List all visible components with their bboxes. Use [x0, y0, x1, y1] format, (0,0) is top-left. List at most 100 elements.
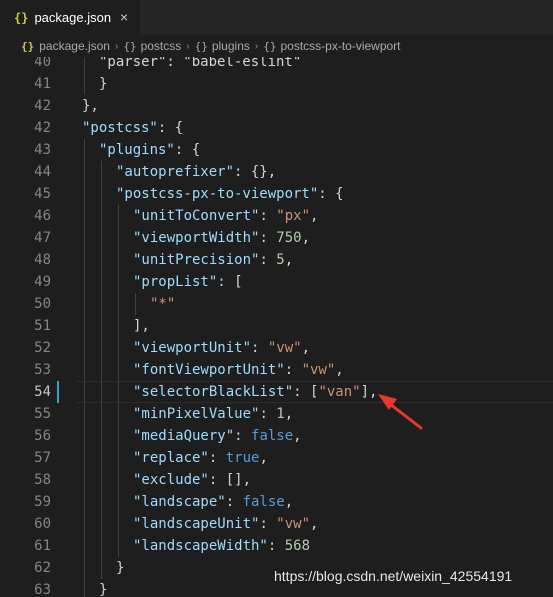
- code-text: "propList": [: [133, 271, 243, 293]
- object-icon: {}: [194, 39, 208, 53]
- code-editor[interactable]: 40 "parser": "babel-eslint" 41} 42}, 42 "post…: [0, 57, 553, 597]
- breadcrumb-item-postcss[interactable]: postcss: [141, 39, 182, 53]
- code-token: : {},: [234, 164, 277, 180]
- indent-guide: [84, 183, 85, 205]
- breadcrumb-item-package-json[interactable]: package.json: [39, 39, 110, 53]
- code-line[interactable]: 43 "plugins": {: [0, 139, 553, 161]
- indent-guide: [118, 535, 119, 557]
- code-text: },: [82, 95, 99, 117]
- code-token: "*": [150, 296, 176, 312]
- code-line[interactable]: 46 "unitToConvert": "px",: [0, 205, 553, 227]
- code-token: }: [116, 560, 125, 576]
- indent-guide: [101, 271, 102, 293]
- code-token: ,: [284, 406, 294, 422]
- indent-guide: [118, 359, 119, 381]
- code-token: ,: [335, 362, 344, 378]
- indent-guide: [101, 535, 102, 557]
- code-line[interactable]: 42},: [0, 95, 553, 117]
- code-line[interactable]: 40 "parser": "babel-eslint": [0, 57, 553, 73]
- code-text: "viewportWidth": 750,: [133, 227, 310, 249]
- code-line[interactable]: 56 "mediaQuery": false,: [0, 425, 553, 447]
- indent-guide: [101, 403, 102, 425]
- indent-guide: [118, 403, 119, 425]
- line-number: 44: [34, 164, 51, 180]
- code-text: "landscape": false,: [133, 491, 293, 513]
- code-line[interactable]: 59 "landscape": false,: [0, 491, 553, 513]
- indent-guide: [101, 513, 102, 535]
- line-number: 63: [34, 582, 51, 597]
- line-number: 45: [34, 186, 51, 202]
- line-number: 53: [34, 362, 51, 378]
- code-line[interactable]: 58 "exclude": [],: [0, 469, 553, 491]
- breadcrumb-item-postcss-px-to-viewport[interactable]: postcss-px-to-viewport: [280, 39, 400, 53]
- indent-guide: [101, 491, 102, 513]
- code-token: 568: [284, 538, 311, 554]
- code-line[interactable]: 48 "unitPrecision": 5,: [0, 249, 553, 271]
- code-line[interactable]: 51],: [0, 315, 553, 337]
- indent-guide: [101, 161, 102, 183]
- code-token: }: [99, 582, 108, 597]
- code-token: "mediaQuery": [133, 428, 235, 444]
- tab-title: package.json: [34, 10, 112, 25]
- code-token: "unitToConvert": [133, 208, 260, 224]
- code-token: "vw": [267, 340, 302, 356]
- code-line[interactable]: 54 "selectorBlackList": ["van"],: [0, 381, 553, 403]
- code-token: "plugins": [99, 142, 175, 158]
- code-text: "selectorBlackList": ["van"],: [133, 381, 377, 403]
- code-token: :: [259, 406, 277, 422]
- code-line[interactable]: 60 "landscapeUnit": "vw",: [0, 513, 553, 535]
- indent-guide: [118, 447, 119, 469]
- code-token: "viewportUnit": [133, 340, 252, 356]
- code-token: "fontViewportUnit": [133, 362, 285, 378]
- code-token: "viewportWidth": [133, 230, 260, 246]
- code-line[interactable]: 61 "landscapeWidth": 568: [0, 535, 553, 557]
- indent-guide: [118, 491, 119, 513]
- code-line[interactable]: 49 "propList": [: [0, 271, 553, 293]
- code-line[interactable]: 47 "viewportWidth": 750,: [0, 227, 553, 249]
- code-token: :: [259, 516, 277, 532]
- indent-guide: [101, 447, 102, 469]
- indent-guide: [101, 249, 102, 271]
- line-number: 42: [34, 120, 51, 136]
- line-number: 57: [34, 450, 51, 466]
- line-number: 59: [34, 494, 51, 510]
- indent-guide: [118, 249, 119, 271]
- line-number: 51: [34, 318, 51, 334]
- code-token: true: [225, 450, 260, 466]
- indent-guide: [84, 315, 85, 337]
- code-line[interactable]: 52 "viewportUnit": "vw",: [0, 337, 553, 359]
- code-line[interactable]: 53 "fontViewportUnit": "vw",: [0, 359, 553, 381]
- code-token: 5: [276, 252, 285, 268]
- code-line[interactable]: 57 "replace": true,: [0, 447, 553, 469]
- code-line[interactable]: 41}: [0, 73, 553, 95]
- line-number: 55: [34, 406, 51, 422]
- code-token: "unitPrecision": [133, 252, 260, 268]
- code-text: ],: [133, 315, 150, 337]
- code-line[interactable]: 45 "postcss-px-to-viewport": {: [0, 183, 553, 205]
- code-line[interactable]: 55 "minPixelValue": 1,: [0, 403, 553, 425]
- code-token: :: [259, 208, 277, 224]
- line-number: 56: [34, 428, 51, 444]
- line-number: 49: [34, 274, 51, 290]
- code-token: "landscape": [133, 494, 226, 510]
- code-token: "selectorBlackList": [133, 384, 294, 400]
- code-line[interactable]: 42 "postcss": {: [0, 117, 553, 139]
- json-file-icon: {}: [21, 39, 35, 53]
- indent-guide: [101, 315, 102, 337]
- code-token: "vw": [301, 362, 336, 378]
- code-line[interactable]: 50 "*": [0, 293, 553, 315]
- code-token: "landscapeUnit": [133, 516, 260, 532]
- indent-guide: [101, 469, 102, 491]
- code-token: "autoprefixer": [116, 164, 235, 180]
- breadcrumb-item-plugins[interactable]: plugins: [212, 39, 250, 53]
- close-icon[interactable]: ×: [120, 9, 128, 25]
- indent-guide: [118, 205, 119, 227]
- tab-package-json[interactable]: {} package.json ×: [0, 0, 140, 35]
- code-text: "parser": "babel-eslint": [99, 57, 301, 73]
- indent-guide: [84, 469, 85, 491]
- code-token: ,: [301, 340, 311, 356]
- line-number: 43: [34, 142, 51, 158]
- code-token: : {: [318, 186, 344, 202]
- code-line[interactable]: 44 "autoprefixer": {},: [0, 161, 553, 183]
- code-token: : [: [217, 274, 243, 290]
